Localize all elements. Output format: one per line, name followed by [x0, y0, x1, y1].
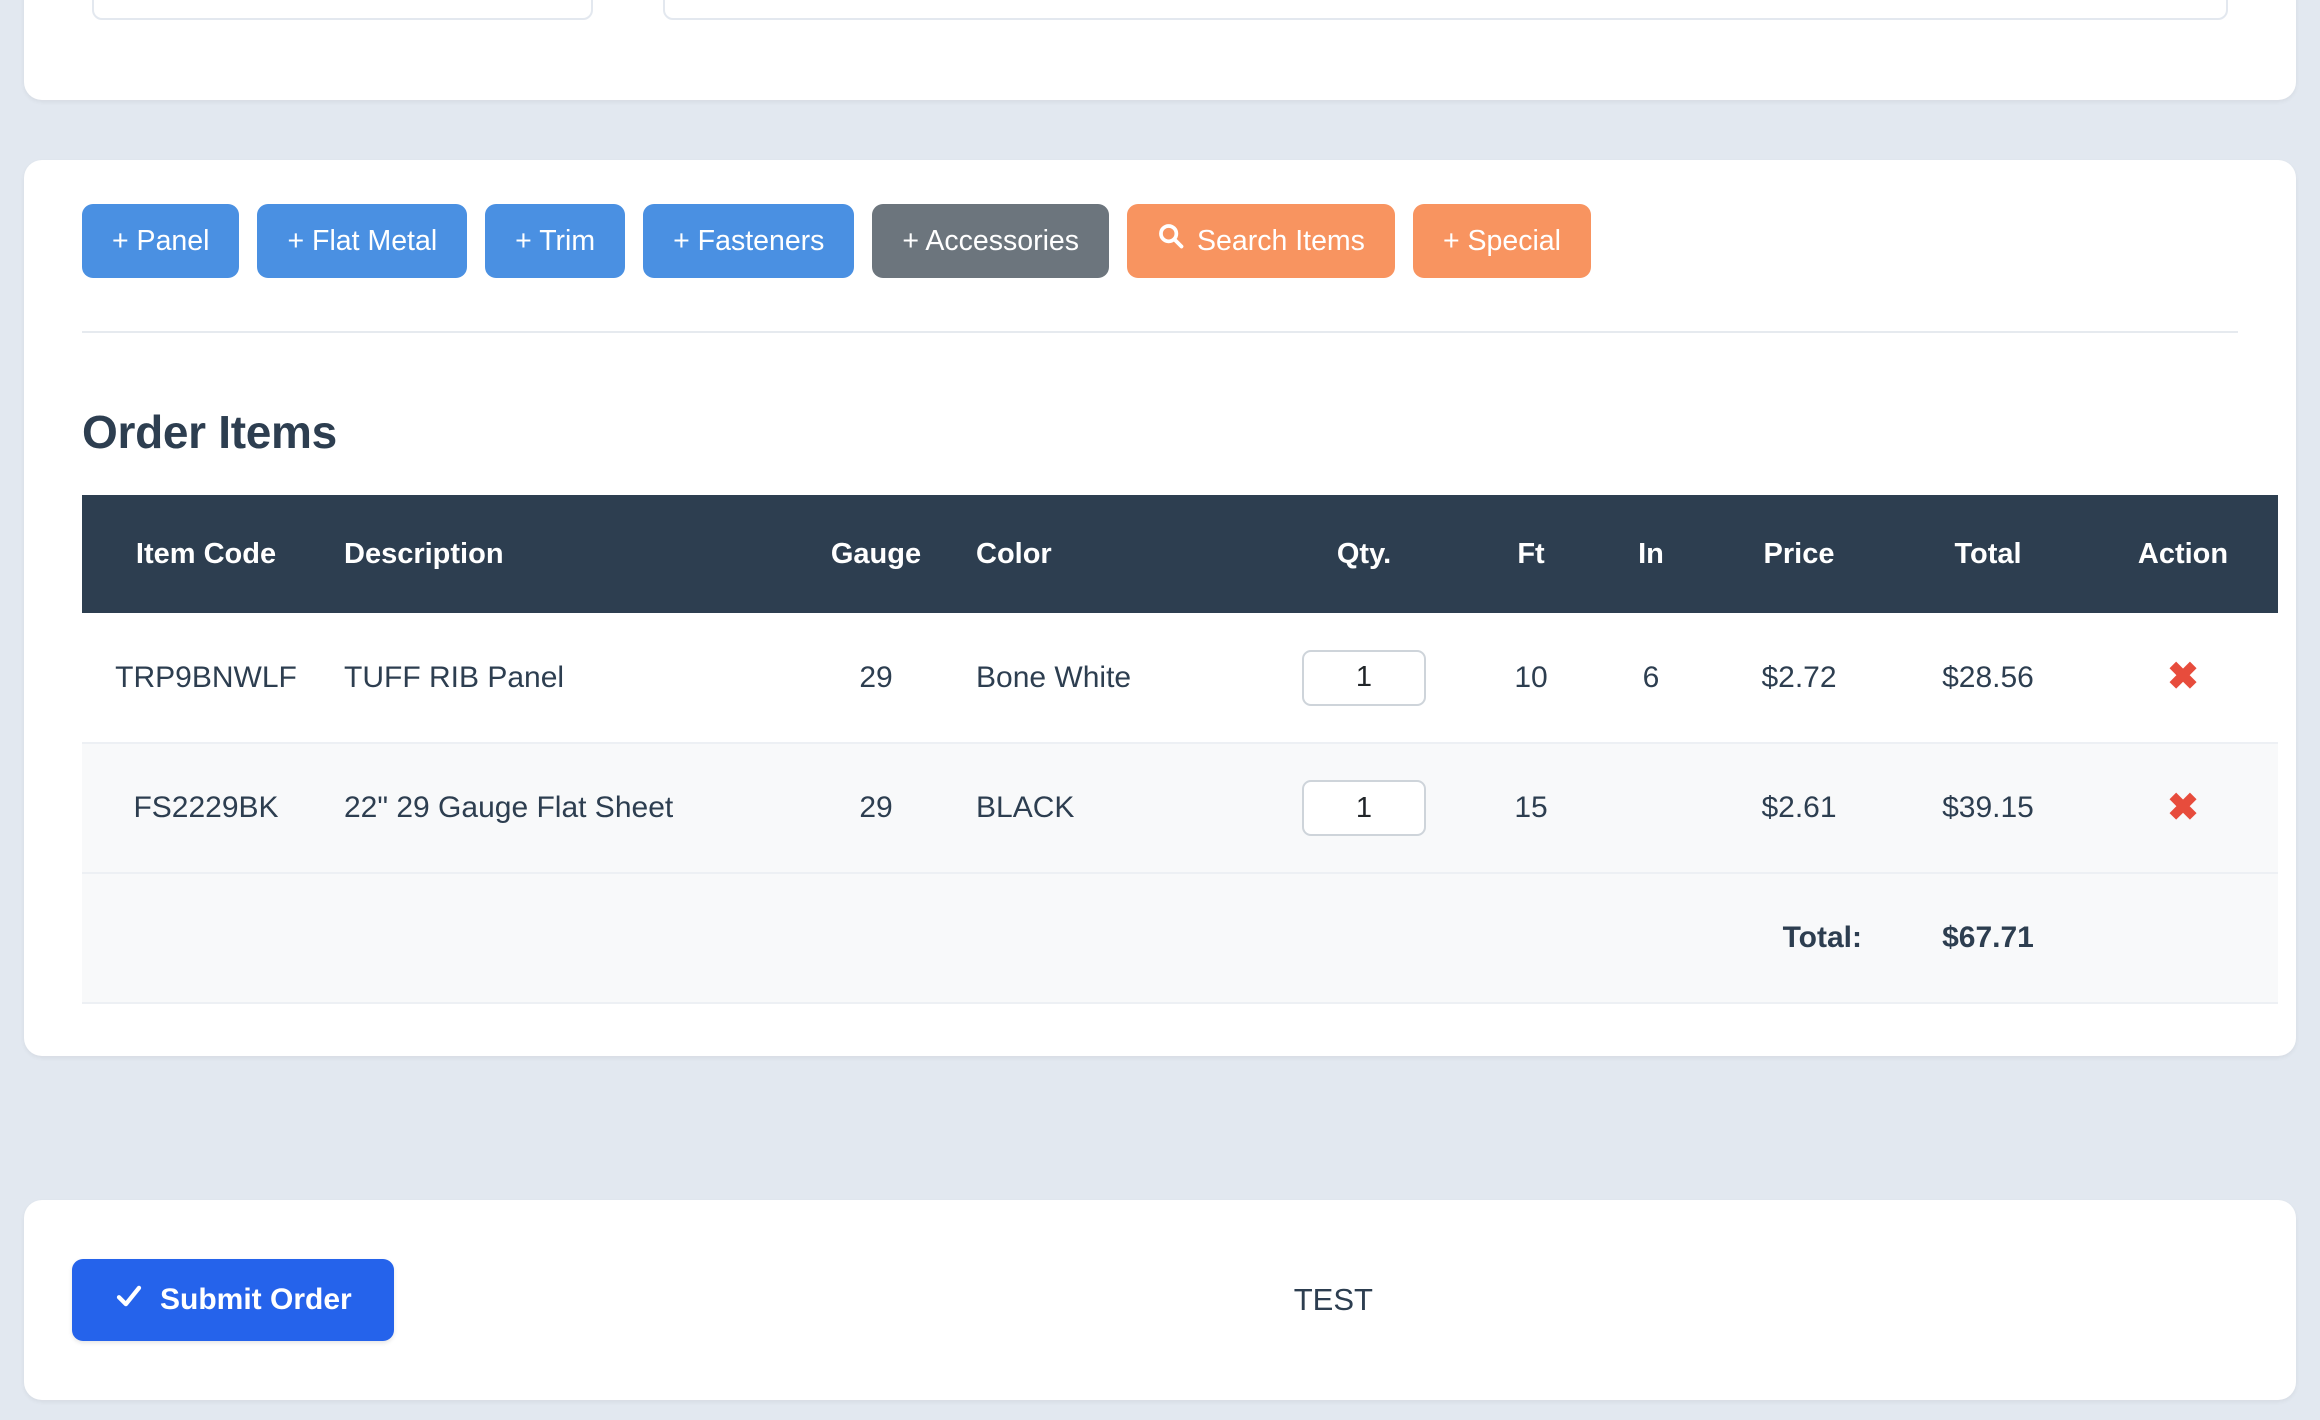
cell-in: 6 — [1592, 613, 1710, 744]
add-item-toolbar: + Panel + Flat Metal + Trim + Fasteners … — [82, 204, 2238, 278]
column-in: In — [1592, 495, 1710, 613]
column-item-code: Item Code — [82, 495, 330, 613]
cell-qty — [1258, 613, 1470, 744]
add-fasteners-button[interactable]: + Fasteners — [643, 204, 855, 278]
add-panel-button[interactable]: + Panel — [82, 204, 240, 278]
column-ft: Ft — [1470, 495, 1592, 613]
order-total-value: $67.71 — [1888, 873, 2088, 1004]
cell-in — [1592, 743, 1710, 874]
add-panel-label: + Panel — [112, 225, 210, 257]
cell-action: ✖ — [2088, 743, 2278, 874]
column-gauge: Gauge — [790, 495, 962, 613]
cell-description: TUFF RIB Panel — [330, 613, 790, 744]
add-flat-metal-button[interactable]: + Flat Metal — [257, 204, 468, 278]
cell-gauge: 29 — [790, 613, 962, 744]
column-price: Price — [1710, 495, 1888, 613]
column-total: Total — [1888, 495, 2088, 613]
add-accessories-label: + Accessories — [902, 225, 1080, 257]
cell-ft: 15 — [1470, 743, 1592, 874]
search-items-button[interactable]: Search Items — [1127, 204, 1395, 278]
column-action: Action — [2088, 495, 2278, 613]
table-body: TRP9BNWLF TUFF RIB Panel 29 Bone White 1… — [82, 613, 2278, 1004]
top-details-card — [24, 0, 2296, 100]
search-items-label: Search Items — [1197, 225, 1365, 257]
add-trim-button[interactable]: + Trim — [485, 204, 626, 278]
top-field-right[interactable] — [662, 0, 2228, 20]
quantity-input[interactable] — [1302, 780, 1426, 836]
cell-total: $39.15 — [1888, 743, 2088, 874]
order-entry-page: + Panel + Flat Metal + Trim + Fasteners … — [0, 0, 2320, 1420]
cell-item-code: FS2229BK — [82, 743, 330, 874]
top-field-left[interactable] — [92, 0, 593, 20]
add-flat-metal-label: + Flat Metal — [287, 225, 438, 257]
order-total-row: Total: $67.71 — [82, 873, 2278, 1004]
footer-note: TEST — [1293, 1282, 1373, 1317]
order-total-label: Total: — [82, 873, 1888, 1004]
cell-total: $28.56 — [1888, 613, 2088, 744]
cell-price: $2.61 — [1710, 743, 1888, 874]
cell-ft: 10 — [1470, 613, 1592, 744]
toolbar-divider — [82, 331, 2238, 333]
check-icon — [114, 1281, 144, 1319]
search-icon — [1157, 204, 1185, 278]
cell-color: BLACK — [962, 743, 1258, 874]
table-header-row: Item Code Description Gauge Color Qty. F… — [82, 495, 2278, 613]
column-qty: Qty. — [1258, 495, 1470, 613]
page-title: Order Items — [82, 406, 337, 458]
cell-gauge: 29 — [790, 743, 962, 874]
cell-qty — [1258, 743, 1470, 874]
quantity-input[interactable] — [1302, 649, 1426, 706]
order-total-spacer — [2088, 873, 2278, 1004]
submit-order-button[interactable]: Submit Order — [72, 1259, 394, 1341]
add-accessories-button[interactable]: + Accessories — [872, 204, 1110, 278]
order-footer-card: Submit Order TEST — [24, 1200, 2296, 1400]
add-special-button[interactable]: + Special — [1412, 204, 1591, 278]
cell-price: $2.72 — [1710, 613, 1888, 744]
order-items-table: Item Code Description Gauge Color Qty. F… — [82, 495, 2278, 1004]
column-description: Description — [330, 495, 790, 613]
submit-order-label: Submit Order — [160, 1283, 352, 1316]
table-header: Item Code Description Gauge Color Qty. F… — [82, 495, 2278, 613]
add-special-label: + Special — [1442, 225, 1561, 257]
add-fasteners-label: + Fasteners — [673, 225, 825, 257]
cell-item-code: TRP9BNWLF — [82, 613, 330, 744]
remove-icon[interactable]: ✖ — [2167, 658, 2199, 696]
cell-color: Bone White — [962, 613, 1258, 744]
cell-action: ✖ — [2088, 613, 2278, 744]
table-row: FS2229BK 22" 29 Gauge Flat Sheet 29 BLAC… — [82, 743, 2278, 874]
cell-description: 22" 29 Gauge Flat Sheet — [330, 743, 790, 874]
remove-icon[interactable]: ✖ — [2167, 789, 2199, 827]
table-row: TRP9BNWLF TUFF RIB Panel 29 Bone White 1… — [82, 613, 2278, 744]
top-fields-row — [92, 0, 2228, 20]
order-items-card: + Panel + Flat Metal + Trim + Fasteners … — [24, 160, 2296, 1056]
add-trim-label: + Trim — [515, 225, 596, 257]
column-color: Color — [962, 495, 1258, 613]
